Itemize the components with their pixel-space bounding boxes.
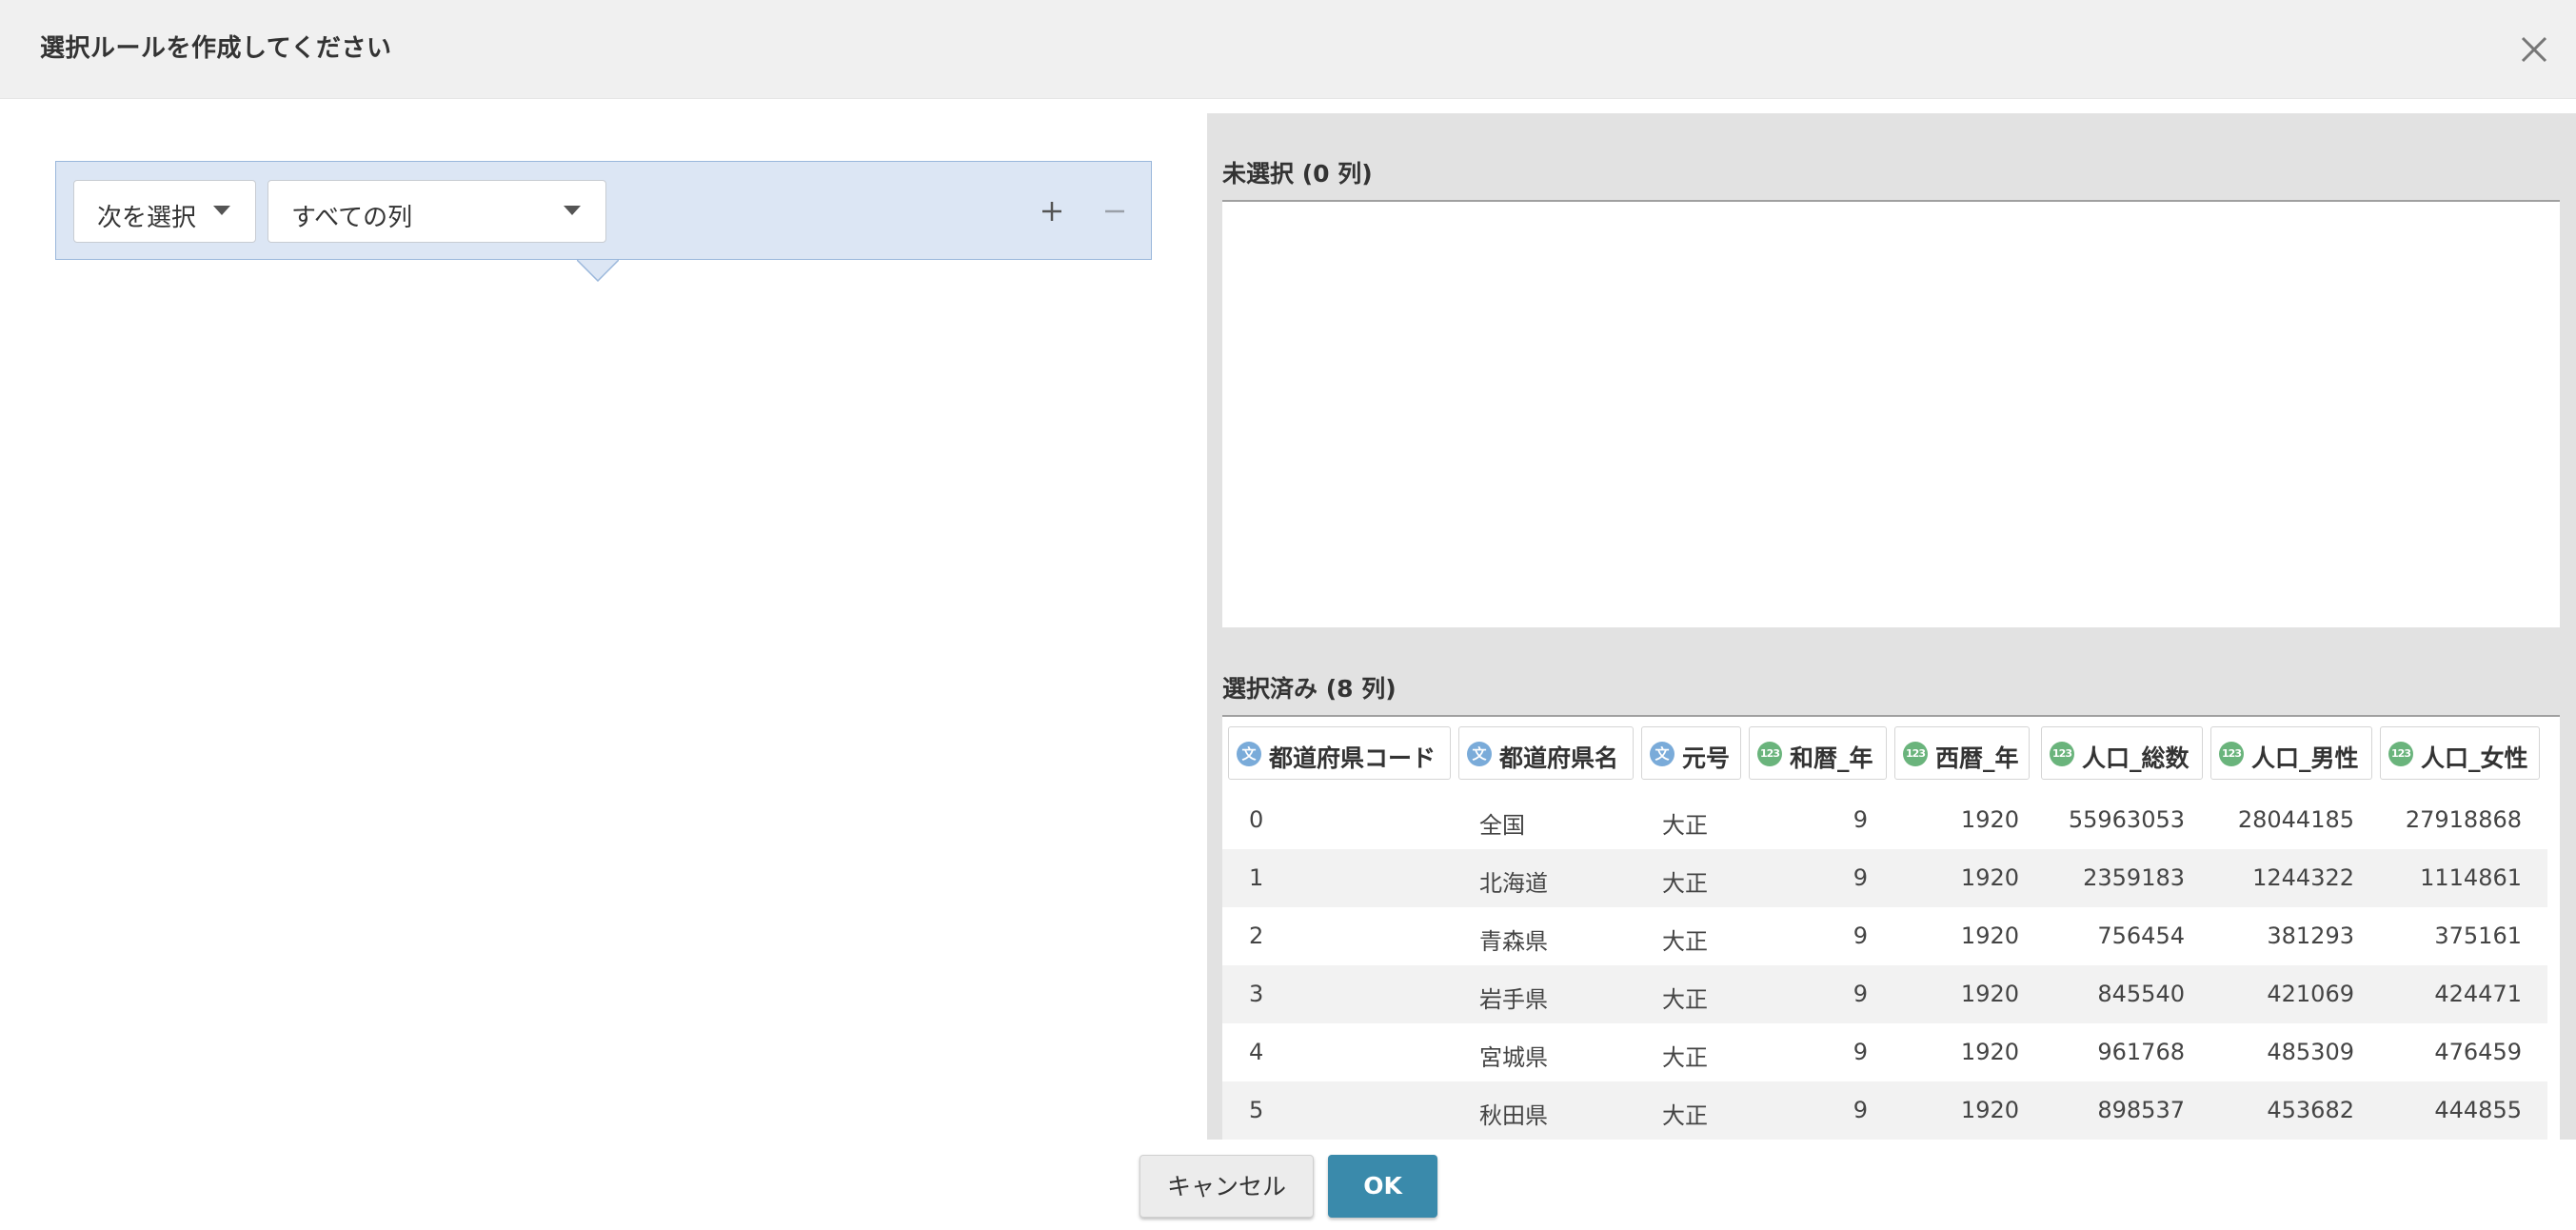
- table-cell: 全国: [1479, 812, 1525, 839]
- column-header[interactable]: 文都道府県コード: [1228, 726, 1451, 780]
- table-cell: 大正: [1662, 986, 1708, 1013]
- close-icon[interactable]: [2515, 30, 2553, 69]
- table-cell: 961768: [2097, 1039, 2185, 1065]
- table-row: 0 全国 大正 9 1920 55963053 28044185 27918868: [1222, 791, 2547, 849]
- column-header[interactable]: 123 和暦_年: [1749, 726, 1887, 780]
- table-cell: 0: [1249, 806, 1264, 833]
- table-cell: 27918868: [2405, 806, 2522, 833]
- table-cell: 大正: [1662, 928, 1708, 955]
- table-cell: 1920: [1960, 864, 2019, 891]
- table-row: 5 秋田県 大正 9 1920 898537 453682 444855: [1222, 1081, 2547, 1140]
- select-mode-value: 次を選択: [97, 204, 197, 232]
- table-cell: 2359183: [2083, 864, 2185, 891]
- table-cell: 845540: [2097, 981, 2185, 1007]
- column-label: 元号: [1682, 744, 1731, 772]
- table-row: 1 北海道 大正 9 1920 2359183 1244322 1114861: [1222, 849, 2547, 907]
- table-cell: 898537: [2097, 1097, 2185, 1123]
- number-type-icon: 123: [1757, 742, 1782, 766]
- column-preview-panel: 未選択 (0 列) 選択済み (8 列) 文都道府県コード文都道府県名文元号 12…: [1207, 113, 2576, 1140]
- number-type-icon: 123: [2050, 742, 2074, 766]
- column-header[interactable]: 文都道府県名: [1458, 726, 1634, 780]
- rule-row: 次を選択 すべての列: [55, 161, 1152, 260]
- table-cell: 5: [1249, 1097, 1264, 1123]
- table-cell: 55963053: [2068, 806, 2185, 833]
- table-cell: 424471: [2434, 981, 2522, 1007]
- table-cell: 28044185: [2237, 806, 2354, 833]
- ok-button[interactable]: OK: [1328, 1155, 1437, 1218]
- table-row: 2 青森県 大正 9 1920 756454 381293 375161: [1222, 907, 2547, 965]
- string-type-icon: 文: [1467, 742, 1492, 766]
- table-cell: 421069: [2267, 981, 2354, 1007]
- table-cell: 485309: [2267, 1039, 2354, 1065]
- table-cell: 453682: [2267, 1097, 2354, 1123]
- plus-icon[interactable]: [1035, 194, 1069, 228]
- column-label: 西暦_年: [1935, 744, 2019, 772]
- column-header[interactable]: 文元号: [1641, 726, 1741, 780]
- table-cell: 大正: [1662, 812, 1708, 839]
- table-cell: 9: [1853, 981, 1868, 1007]
- cancel-button[interactable]: キャンセル: [1139, 1155, 1314, 1218]
- table-cell: 2: [1249, 922, 1264, 949]
- select-mode-dropdown[interactable]: 次を選択: [73, 180, 256, 243]
- table-cell: 381293: [2267, 922, 2354, 949]
- column-label: 人口_女性: [2421, 744, 2528, 772]
- table-cell: 1244322: [2252, 864, 2354, 891]
- table-cell: 秋田県: [1479, 1102, 1548, 1129]
- selected-columns-table: 文都道府県コード文都道府県名文元号 123 和暦_年 123 西暦_年 123 人口_総数 1…: [1222, 715, 2560, 1140]
- table-cell: 岩手県: [1479, 986, 1548, 1013]
- table-cell: 476459: [2434, 1039, 2522, 1065]
- table-cell: 1: [1249, 864, 1264, 891]
- string-type-icon: 文: [1650, 742, 1674, 766]
- table-cell: 756454: [2097, 922, 2185, 949]
- table-cell: 宮城県: [1479, 1044, 1548, 1071]
- table-cell: 大正: [1662, 1044, 1708, 1071]
- select-rule-dialog: 選択ルールを作成してください 次を選択 すべての列 未選択 (0 列) 選択済み…: [0, 0, 2576, 1230]
- string-type-icon: 文: [1237, 742, 1261, 766]
- table-cell: 9: [1853, 1039, 1868, 1065]
- chevron-down-icon: [564, 206, 581, 215]
- table-row: 4 宮城県 大正 9 1920 961768 485309 476459: [1222, 1023, 2547, 1081]
- table-cell: 1114861: [2420, 864, 2522, 891]
- column-label: 人口_男性: [2251, 744, 2359, 772]
- table-cell: 1920: [1960, 806, 2019, 833]
- column-header[interactable]: 123 人口_総数: [2041, 726, 2203, 780]
- column-header[interactable]: 123 人口_男性: [2210, 726, 2372, 780]
- dialog-header: 選択ルールを作成してください: [0, 0, 2576, 99]
- table-cell: 大正: [1662, 870, 1708, 897]
- column-header[interactable]: 123 西暦_年: [1894, 726, 2030, 780]
- table-cell: 444855: [2434, 1097, 2522, 1123]
- select-target-value: すべての列: [291, 204, 413, 232]
- table-cell: 4: [1249, 1039, 1264, 1065]
- table-row: 3 岩手県 大正 9 1920 845540 421069 424471: [1222, 965, 2547, 1023]
- unselected-title: 未選択 (0 列): [1222, 160, 1373, 188]
- table-cell: 9: [1853, 864, 1868, 891]
- column-label: 和暦_年: [1790, 744, 1873, 772]
- table-cell: 大正: [1662, 1102, 1708, 1129]
- select-target-dropdown[interactable]: すべての列: [268, 180, 606, 243]
- minus-icon[interactable]: [1098, 194, 1132, 228]
- table-cell: 3: [1249, 981, 1264, 1007]
- table-cell: 北海道: [1479, 870, 1548, 897]
- table-cell: 青森県: [1479, 928, 1548, 955]
- table-cell: 9: [1853, 1097, 1868, 1123]
- selected-title: 選択済み (8 列): [1222, 675, 1397, 703]
- column-label: 人口_総数: [2082, 744, 2190, 772]
- table-cell: 1920: [1960, 1097, 2019, 1123]
- table-cell: 1920: [1960, 922, 2019, 949]
- unselected-columns-area: [1222, 200, 2560, 627]
- column-label: 都道府県名: [1499, 744, 1619, 772]
- dialog-title: 選択ルールを作成してください: [40, 34, 392, 63]
- column-label: 都道府県コード: [1269, 744, 1437, 772]
- rule-pointer-arrow: [576, 259, 620, 283]
- table-cell: 1920: [1960, 981, 2019, 1007]
- number-type-icon: 123: [1903, 742, 1928, 766]
- table-cell: 9: [1853, 922, 1868, 949]
- number-type-icon: 123: [2388, 742, 2413, 766]
- number-type-icon: 123: [2219, 742, 2244, 766]
- table-cell: 9: [1853, 806, 1868, 833]
- column-header[interactable]: 123 人口_女性: [2380, 726, 2540, 780]
- table-cell: 1920: [1960, 1039, 2019, 1065]
- table-cell: 375161: [2434, 922, 2522, 949]
- chevron-down-icon: [213, 206, 230, 215]
